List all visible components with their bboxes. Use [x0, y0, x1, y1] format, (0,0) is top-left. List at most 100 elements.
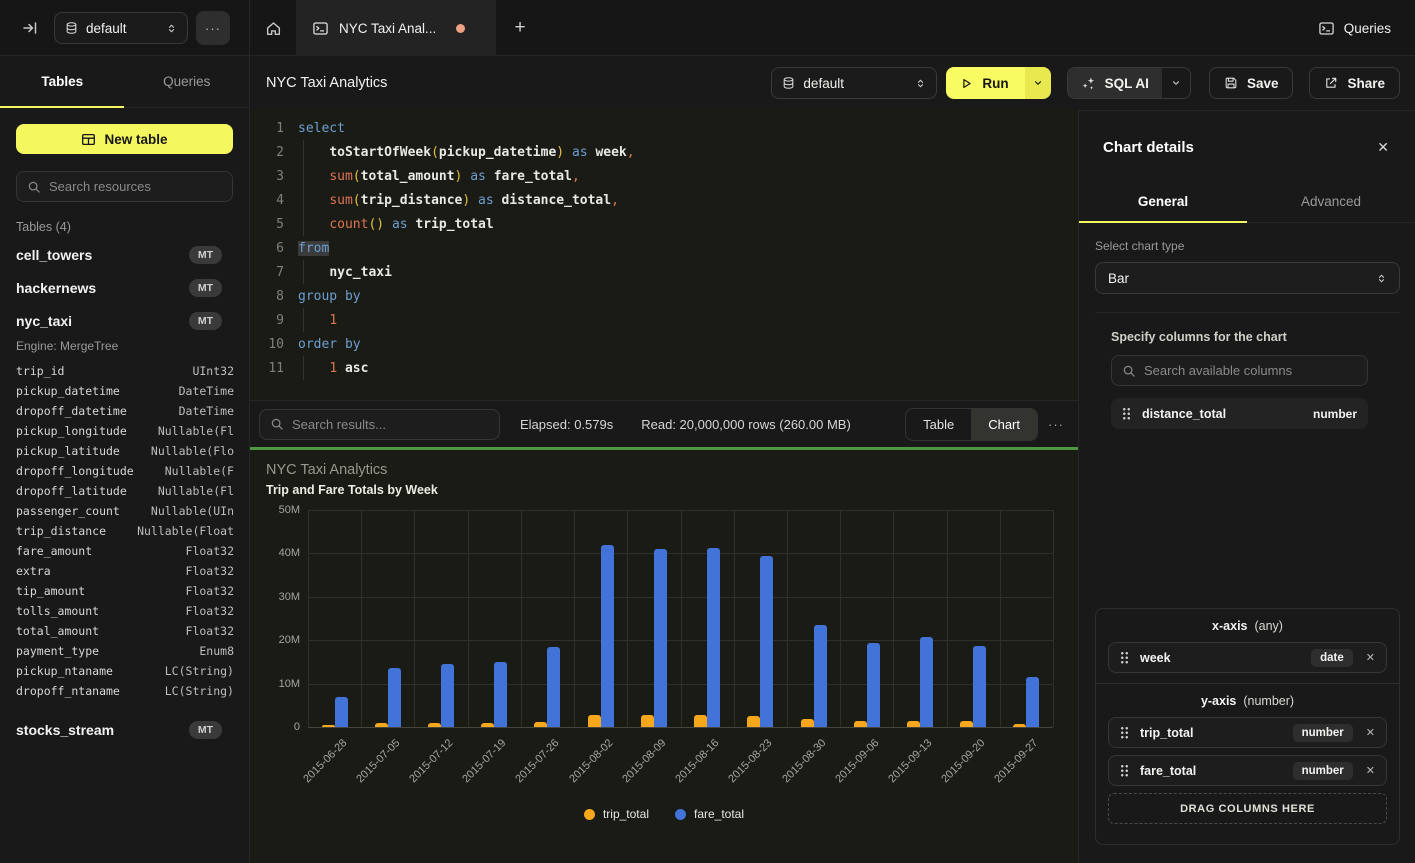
- sql-ai-button[interactable]: SQL AI: [1067, 67, 1191, 99]
- engine-label: Engine: MergeTree: [0, 337, 250, 361]
- bar-trip_total[interactable]: [907, 721, 920, 728]
- sql-ai-button-main[interactable]: SQL AI: [1068, 68, 1162, 98]
- column-type: Float32: [186, 584, 234, 598]
- home-icon[interactable]: [250, 0, 296, 56]
- bar-trip_total[interactable]: [1013, 724, 1026, 727]
- share-button[interactable]: Share: [1309, 67, 1400, 99]
- sql-ai-dropdown-caret[interactable]: [1162, 68, 1190, 98]
- remove-icon[interactable]: ✕: [1366, 764, 1375, 777]
- legend-item-fare_total[interactable]: fare_total: [675, 807, 744, 821]
- drag-grip-icon[interactable]: [1120, 764, 1129, 777]
- bar-fare_total[interactable]: [867, 643, 880, 727]
- drag-grip-icon[interactable]: [1120, 726, 1129, 739]
- bar-trip_total[interactable]: [588, 715, 601, 727]
- bar-fare_total[interactable]: [814, 625, 827, 727]
- save-button[interactable]: Save: [1209, 67, 1294, 99]
- new-tab-button[interactable]: +: [496, 0, 544, 56]
- bar-trip_total[interactable]: [960, 721, 973, 728]
- sidebar-tab-queries[interactable]: Queries: [125, 56, 250, 107]
- table-item-nyc_taxi[interactable]: nyc_taxiMT: [0, 304, 250, 337]
- bar-trip_total[interactable]: [747, 716, 760, 727]
- queries-shortcut[interactable]: Queries: [1318, 0, 1391, 56]
- bar-trip_total[interactable]: [428, 723, 441, 727]
- sidebar-tab-tables[interactable]: Tables: [0, 56, 125, 107]
- axis-column-week[interactable]: weekdate✕: [1108, 642, 1387, 673]
- sidebar-search-input[interactable]: [49, 179, 222, 194]
- code-text: from: [298, 241, 329, 256]
- tab-nyc-taxi-analytics[interactable]: NYC Taxi Anal...: [296, 0, 496, 56]
- drag-grip-icon[interactable]: [1120, 651, 1129, 664]
- chart-type-select[interactable]: Bar: [1095, 262, 1400, 294]
- line-number: 8: [258, 289, 284, 304]
- remove-icon[interactable]: ✕: [1366, 651, 1375, 664]
- legend-dot-icon: [584, 809, 595, 820]
- results-more-button[interactable]: ···: [1048, 417, 1064, 432]
- bar-trip_total[interactable]: [641, 715, 654, 727]
- tab-advanced[interactable]: Advanced: [1247, 181, 1415, 222]
- bar-fare_total[interactable]: [441, 664, 454, 727]
- bar-fare_total[interactable]: [760, 556, 773, 727]
- chart-type-label: Select chart type: [1095, 239, 1184, 253]
- collapse-sidebar-icon[interactable]: [22, 20, 38, 36]
- editor-line: 10order by: [250, 332, 1078, 356]
- bar-fare_total[interactable]: [654, 549, 667, 727]
- drop-zone[interactable]: DRAG COLUMNS HERE: [1108, 793, 1387, 824]
- tab-general[interactable]: General: [1079, 181, 1247, 222]
- view-toggle-table[interactable]: Table: [906, 409, 971, 440]
- view-toggle: Table Chart: [905, 408, 1038, 441]
- sidebar-search[interactable]: [16, 171, 233, 202]
- run-button-main[interactable]: Run: [946, 67, 1024, 99]
- axis-column-trip_total[interactable]: trip_totalnumber✕: [1108, 717, 1387, 748]
- top-bar: default ···: [0, 0, 1415, 56]
- bar-fare_total[interactable]: [547, 647, 560, 727]
- remove-icon[interactable]: ✕: [1366, 726, 1375, 739]
- bar-trip_total[interactable]: [481, 723, 494, 727]
- gridline-v: [1053, 510, 1054, 727]
- results-search[interactable]: [259, 409, 500, 440]
- bar-fare_total[interactable]: [707, 548, 720, 727]
- bar-trip_total[interactable]: [534, 722, 547, 727]
- table-item-stocks_stream[interactable]: stocks_streamMT: [0, 713, 250, 746]
- bar-trip_total[interactable]: [801, 719, 814, 727]
- bar-fare_total[interactable]: [388, 668, 401, 727]
- column-name: tolls_amount: [16, 604, 186, 618]
- chart-type-value: Bar: [1108, 271, 1368, 286]
- legend-dot-icon: [675, 809, 686, 820]
- column-type: DateTime: [179, 384, 234, 398]
- bar-trip_total[interactable]: [694, 715, 707, 727]
- gridline-v: [1000, 510, 1001, 727]
- legend-item-trip_total[interactable]: trip_total: [584, 807, 649, 821]
- database-selector[interactable]: default: [54, 12, 188, 44]
- bar-trip_total[interactable]: [322, 725, 335, 727]
- run-database-selector[interactable]: default: [771, 67, 937, 99]
- bar-fare_total[interactable]: [335, 697, 348, 727]
- play-icon: [960, 77, 973, 90]
- chevron-updown-icon: [915, 77, 926, 90]
- drag-grip-icon[interactable]: [1122, 407, 1131, 420]
- gridline-v: [574, 510, 575, 727]
- close-icon[interactable]: ✕: [1377, 139, 1389, 156]
- bar-fare_total[interactable]: [601, 545, 614, 727]
- run-dropdown-caret[interactable]: [1025, 67, 1051, 99]
- bar-trip_total[interactable]: [375, 723, 388, 727]
- more-options-button[interactable]: ···: [196, 11, 230, 45]
- unsaved-dot-icon: [456, 24, 465, 33]
- table-item-hackernews[interactable]: hackernewsMT: [0, 271, 250, 304]
- bar-fare_total[interactable]: [1026, 677, 1039, 727]
- bar-trip_total[interactable]: [854, 721, 867, 728]
- bar-fare_total[interactable]: [494, 662, 507, 727]
- new-table-button[interactable]: New table: [16, 124, 233, 154]
- available-column-distance_total[interactable]: distance_totalnumber: [1111, 398, 1368, 429]
- gridline-v: [468, 510, 469, 727]
- sql-editor[interactable]: 1select2 toStartOfWeek(pickup_datetime) …: [250, 110, 1078, 400]
- column-name: tip_amount: [16, 584, 186, 598]
- results-search-input[interactable]: [292, 417, 489, 432]
- view-toggle-chart[interactable]: Chart: [971, 409, 1037, 440]
- axis-column-fare_total[interactable]: fare_totalnumber✕: [1108, 755, 1387, 786]
- bar-fare_total[interactable]: [920, 637, 933, 727]
- bar-fare_total[interactable]: [973, 646, 986, 727]
- columns-search[interactable]: [1111, 355, 1368, 386]
- columns-search-input[interactable]: [1144, 363, 1357, 378]
- table-item-cell_towers[interactable]: cell_towersMT: [0, 238, 250, 271]
- run-button[interactable]: Run: [946, 67, 1050, 99]
